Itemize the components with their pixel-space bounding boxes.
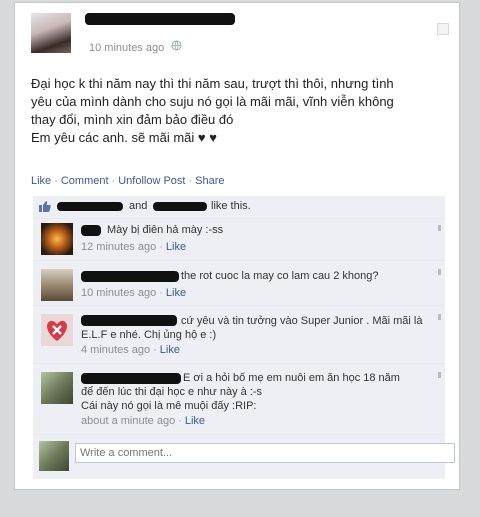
- post-text-line: yêu của mình dành cho suju nó gọi là mãi…: [31, 94, 394, 109]
- comment-text: Mày bị điên hả mày :-ss: [107, 224, 224, 236]
- comment-like-link[interactable]: Like: [160, 344, 180, 356]
- write-comment-input[interactable]: [75, 443, 455, 463]
- comment-link[interactable]: Comment: [61, 175, 109, 187]
- comment-text-line: để đến lúc thi đại học e như này à :-s: [81, 386, 263, 398]
- author-name-redacted[interactable]: [85, 13, 235, 25]
- comment-close-icon[interactable]: [438, 225, 441, 231]
- like-link[interactable]: Like: [31, 175, 51, 187]
- comment-time[interactable]: 4 minutes ago: [81, 344, 150, 356]
- author-avatar[interactable]: [31, 13, 71, 53]
- commenter-name-redacted[interactable]: [81, 373, 181, 384]
- comment-meta: 12 minutes ago · Like: [81, 241, 187, 253]
- feedback-section: and like this. Mày bị điên hả mày :-ss 1…: [33, 196, 455, 479]
- post-timestamp[interactable]: 10 minutes ago: [89, 42, 164, 54]
- comment-like-link[interactable]: Like: [185, 415, 205, 427]
- comment-item: cứ yêu và tin tưởng vào Super Junior . M…: [33, 306, 445, 364]
- comment-item: E ơi a hỏi bố mẹ em nuôi em ăn học 18 nă…: [33, 364, 445, 435]
- post-body: Đại học k thi năm nay thì thi năm sau, t…: [31, 75, 441, 147]
- post-header: 10 minutes ago: [31, 9, 449, 55]
- write-comment-row: [33, 435, 455, 479]
- unfollow-post-link[interactable]: Unfollow Post: [118, 175, 185, 187]
- comment-item: the rot cuoc la may co lam cau 2 khong? …: [33, 261, 445, 306]
- likes-summary: and like this.: [33, 196, 445, 219]
- comment-text-line: Cái này nó gọi là mê muội đấy :RIP:: [81, 400, 257, 412]
- liker-name-redacted[interactable]: [57, 202, 123, 211]
- commenter-avatar[interactable]: [41, 314, 73, 346]
- commenter-avatar[interactable]: [41, 372, 73, 404]
- post-actions: Like · Comment · Unfollow Post · Share: [31, 175, 225, 187]
- comment-close-icon[interactable]: [438, 372, 441, 378]
- thumbs-up-icon: [39, 201, 51, 212]
- comment-text-line: cứ yêu và tin tưởng vào Super Junior . M…: [181, 315, 423, 327]
- comment-like-link[interactable]: Like: [166, 241, 186, 253]
- commenter-avatar[interactable]: [41, 223, 73, 255]
- liker-name-redacted[interactable]: [153, 202, 207, 211]
- current-user-avatar: [39, 441, 69, 471]
- comment-like-link[interactable]: Like: [166, 287, 186, 299]
- comment-meta: 4 minutes ago · Like: [81, 344, 180, 356]
- commenter-name-redacted[interactable]: [81, 225, 101, 236]
- comment-text: the rot cuoc la may co lam cau 2 khong?: [181, 270, 379, 282]
- likes-suffix-text: like this.: [211, 200, 251, 212]
- commenter-name-redacted[interactable]: [81, 315, 177, 326]
- comment-time[interactable]: about a minute ago: [81, 415, 175, 427]
- share-link[interactable]: Share: [195, 175, 224, 187]
- likes-and-text: and: [129, 200, 148, 212]
- post-card: 10 minutes ago Đại học k thi năm nay thì…: [14, 2, 460, 490]
- post-text-line: Đại học k thi năm nay thì thi năm sau, t…: [31, 76, 394, 91]
- post-timestamp-row: 10 minutes ago: [89, 40, 182, 54]
- globe-icon: [171, 40, 182, 54]
- commenter-name-redacted[interactable]: [81, 271, 179, 282]
- comment-time[interactable]: 10 minutes ago: [81, 287, 156, 299]
- comment-text-line: E.L.F e nhé. Chị ủng hộ e :): [81, 329, 217, 341]
- comment-meta: about a minute ago · Like: [81, 415, 206, 427]
- comment-close-icon[interactable]: [438, 269, 441, 275]
- post-options-icon[interactable]: [437, 23, 449, 35]
- comment-text-line: E ơi a hỏi bố mẹ em nuôi em ăn học 18 nă…: [183, 372, 400, 384]
- comment-meta: 10 minutes ago · Like: [81, 287, 187, 299]
- commenter-avatar[interactable]: [41, 269, 73, 301]
- post-text-line: thay đổi, mình xin đảm bảo điều đó: [31, 112, 234, 127]
- post-text-line: Em yêu các anh. sẽ mãi mãi ♥ ♥: [31, 130, 217, 145]
- heart-x-icon: [47, 320, 67, 341]
- comment-item: Mày bị điên hả mày :-ss 12 minutes ago · L…: [33, 219, 445, 261]
- comment-close-icon[interactable]: [438, 314, 441, 320]
- comment-time[interactable]: 12 minutes ago: [81, 241, 156, 253]
